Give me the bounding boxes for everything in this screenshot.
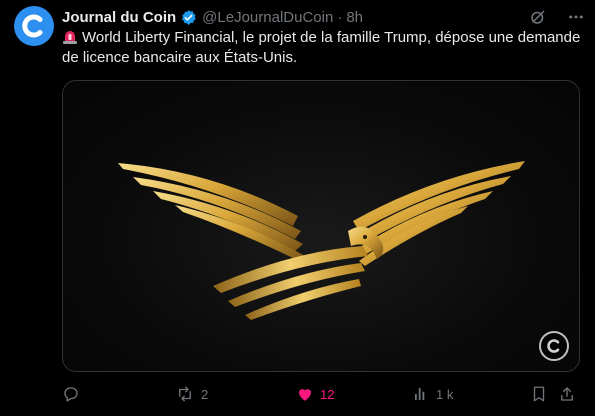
timestamp[interactable]: 8h bbox=[346, 9, 363, 26]
repost-icon bbox=[175, 385, 195, 403]
like-icon bbox=[296, 385, 314, 403]
author-name[interactable]: Journal du Coin bbox=[62, 9, 176, 26]
header-actions bbox=[529, 6, 585, 28]
author-handle[interactable]: @LeJournalDuCoin bbox=[202, 9, 333, 26]
repost-button[interactable]: 2 bbox=[175, 382, 208, 406]
like-button[interactable]: 12 bbox=[296, 382, 334, 406]
share-button[interactable] bbox=[558, 382, 576, 406]
reply-icon bbox=[62, 385, 80, 403]
views-count: 1 k bbox=[436, 386, 454, 402]
views-icon bbox=[412, 385, 430, 403]
grok-icon[interactable] bbox=[529, 8, 547, 26]
logo-c-icon bbox=[22, 14, 43, 38]
share-icon bbox=[558, 385, 576, 403]
bookmark-button[interactable] bbox=[530, 382, 548, 406]
tweet-text: World Liberty Financial, le projet de la… bbox=[62, 28, 582, 68]
tweet-body: World Liberty Financial, le projet de la… bbox=[62, 29, 581, 66]
views-button[interactable]: 1 k bbox=[412, 382, 453, 406]
tweet-image[interactable] bbox=[62, 80, 580, 372]
repost-count: 2 bbox=[201, 386, 209, 402]
bookmark-icon bbox=[530, 385, 548, 403]
tweet-header: Journal du Coin @LeJournalDuCoin · 8h bbox=[62, 6, 585, 28]
watermark-logo-icon bbox=[539, 331, 569, 361]
more-icon[interactable] bbox=[567, 8, 585, 26]
like-count: 12 bbox=[320, 386, 335, 402]
separator-dot: · bbox=[337, 8, 343, 26]
verified-badge-icon[interactable] bbox=[180, 9, 197, 26]
avatar[interactable] bbox=[14, 6, 54, 46]
tweet-actions: 2 12 1 k bbox=[62, 382, 578, 406]
golden-eagle-emblem-icon bbox=[118, 161, 525, 320]
reply-button[interactable] bbox=[62, 382, 86, 406]
rotating-light-icon bbox=[63, 31, 77, 44]
